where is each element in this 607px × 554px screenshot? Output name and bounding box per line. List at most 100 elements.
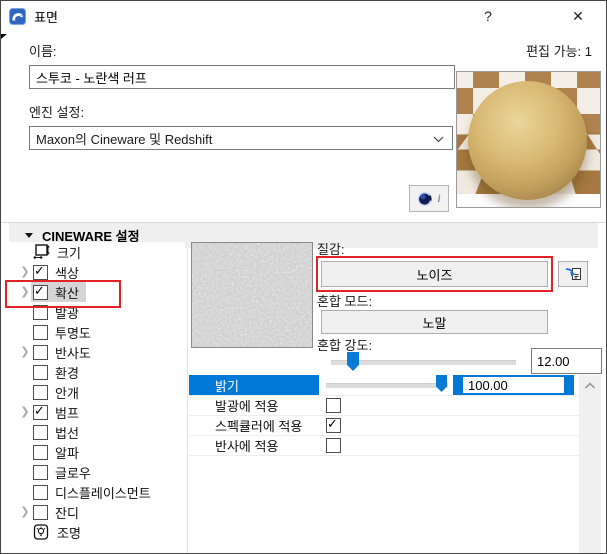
- blend-strength-slider[interactable]: [331, 352, 516, 372]
- cineware-info-button[interactable]: i: [409, 185, 449, 212]
- help-button[interactable]: ?: [466, 1, 510, 31]
- slider-thumb[interactable]: [347, 352, 359, 371]
- checkbox[interactable]: ✓: [33, 263, 48, 280]
- engine-settings-label: 엔진 설정:: [29, 105, 85, 120]
- checkbox[interactable]: ✓: [33, 403, 48, 420]
- tree-item-transparency[interactable]: ❯ 투명도: [9, 322, 185, 342]
- engine-dropdown[interactable]: Maxon의 Cineware 및 Redshift: [29, 126, 453, 150]
- tree-item-label: 잔디: [55, 505, 79, 521]
- brightness-cell[interactable]: 밝기: [189, 375, 319, 395]
- checkbox[interactable]: [33, 504, 48, 520]
- expander-icon[interactable]: ❯: [19, 502, 31, 522]
- archicad-icon: [9, 7, 26, 25]
- tree-item-label: 환경: [55, 365, 79, 381]
- prop-row-apply-reflection[interactable]: 반사에 적용: [189, 435, 579, 456]
- brightness-value-cell: [453, 375, 574, 395]
- channel-tree: ❯ 크기 ❯ ✓ 색상 ❯ ✓ 확산: [9, 242, 185, 553]
- tree-item-grass[interactable]: ❯ 잔디: [9, 502, 185, 522]
- tree-item-label: 투명도: [55, 325, 91, 341]
- lamp-icon: [33, 524, 49, 540]
- divider: [187, 249, 188, 553]
- surface-dialog: 표면 ? ✕ 이름: 편집 가능: 1 엔진 설정: Maxon의 Cinewa…: [0, 0, 607, 554]
- close-button[interactable]: ✕: [556, 1, 600, 31]
- brightness-slider[interactable]: [326, 375, 448, 395]
- checkbox[interactable]: [326, 438, 341, 453]
- prop-label: 스펙큘러에 적용: [215, 418, 303, 434]
- checkbox[interactable]: [33, 424, 48, 440]
- chevron-down-icon: [433, 136, 444, 143]
- tree-item-label: 법선: [55, 425, 79, 441]
- tree-item-size[interactable]: ❯ 크기: [9, 242, 185, 262]
- engine-dropdown-value: Maxon의 Cineware 및 Redshift: [36, 131, 213, 147]
- checkbox[interactable]: [33, 304, 48, 320]
- tree-item-fog[interactable]: ❯ 안개: [9, 382, 185, 402]
- preview-sphere: [468, 81, 587, 200]
- transfer-texture-button[interactable]: [558, 261, 588, 287]
- tree-item-label: 발광: [55, 305, 79, 321]
- texture-label: 질감:: [317, 242, 345, 257]
- transfer-icon: [565, 268, 581, 280]
- surface-name-input[interactable]: [29, 65, 455, 89]
- checkbox[interactable]: [33, 444, 48, 460]
- tree-item-label: 크기: [57, 245, 81, 261]
- checkbox[interactable]: [33, 384, 48, 400]
- expander-icon[interactable]: ❯: [19, 342, 31, 362]
- tree-item-luminance[interactable]: ❯ 발광: [9, 302, 185, 322]
- expander-icon[interactable]: ❯: [19, 282, 31, 302]
- tree-item-label: 색상: [55, 265, 79, 281]
- expander-icon[interactable]: ❯: [19, 262, 31, 282]
- prop-label: 밝기: [215, 378, 239, 394]
- title-bar: 표면 ? ✕: [1, 1, 606, 31]
- tree-item-bump[interactable]: ❯ ✓ 범프: [9, 402, 185, 422]
- prop-row-apply-specular[interactable]: 스펙큘러에 적용 ✓: [189, 415, 579, 436]
- checkbox[interactable]: ✓: [33, 283, 48, 300]
- info-icon: i: [437, 191, 441, 205]
- tree-item-label: 반사도: [55, 345, 91, 361]
- blend-mode-button[interactable]: 노말: [321, 310, 548, 334]
- tree-item-alpha[interactable]: ❯ 알파: [9, 442, 185, 462]
- expander-icon[interactable]: ❯: [19, 402, 31, 422]
- window-title: 표면: [34, 9, 58, 25]
- blend-mode-label: 혼합 모드:: [317, 294, 373, 309]
- editable-count-label: 편집 가능: 1: [526, 44, 592, 59]
- blend-strength-value[interactable]: 12.00: [531, 348, 602, 374]
- size-icon: [33, 244, 50, 260]
- property-scrollbar[interactable]: [579, 375, 601, 553]
- name-label: 이름:: [29, 44, 57, 59]
- checkbox[interactable]: ✓: [326, 416, 341, 433]
- tree-item-label: 확산: [55, 285, 79, 301]
- tree-item-normal[interactable]: ❯ 법선: [9, 422, 185, 442]
- tree-item-displacement[interactable]: ❯ 디스플레이스먼트: [9, 482, 185, 502]
- tree-item-color[interactable]: ❯ ✓ 색상: [9, 262, 185, 282]
- prop-row-apply-luminance[interactable]: 발광에 적용: [189, 395, 579, 416]
- tree-item-label: 안개: [55, 385, 79, 401]
- tree-item-label: 디스플레이스먼트: [55, 485, 151, 501]
- tree-item-label: 범프: [55, 405, 79, 421]
- slider-thumb[interactable]: [436, 375, 447, 392]
- tree-item-environment[interactable]: ❯ 환경: [9, 362, 185, 382]
- checkbox[interactable]: [33, 364, 48, 380]
- tree-item-label: 조명: [57, 525, 81, 541]
- material-preview[interactable]: [456, 71, 601, 208]
- checkbox[interactable]: [326, 398, 341, 413]
- property-list: 밝기 발광에 적용 스펙큘러에 적용 ✓ 반사에 적용: [189, 375, 579, 475]
- checkbox[interactable]: [33, 464, 48, 480]
- checkbox[interactable]: [33, 344, 48, 360]
- texture-noise-preview[interactable]: [191, 242, 313, 348]
- tree-item-diffusion[interactable]: ❯ ✓ 확산: [9, 282, 185, 302]
- collapse-triangle-icon: [25, 233, 33, 238]
- prop-row-brightness[interactable]: 밝기: [189, 375, 579, 396]
- prop-label: 발광에 적용: [215, 398, 279, 414]
- scroll-up-icon[interactable]: [584, 382, 596, 390]
- tree-item-glow[interactable]: ❯ 글로우: [9, 462, 185, 482]
- panel-splitter-handle[interactable]: [1, 34, 7, 39]
- tree-item-label: 글로우: [55, 465, 91, 481]
- tree-item-label: 알파: [55, 445, 79, 461]
- checkbox[interactable]: [33, 484, 48, 500]
- brightness-value-input[interactable]: [463, 377, 564, 393]
- texture-type-button[interactable]: 노이즈: [321, 261, 548, 287]
- checkbox[interactable]: [33, 324, 48, 340]
- cinema4d-icon: [418, 191, 432, 206]
- tree-item-reflectance[interactable]: ❯ 반사도: [9, 342, 185, 362]
- tree-item-lighting[interactable]: ❯ 조명: [9, 522, 185, 542]
